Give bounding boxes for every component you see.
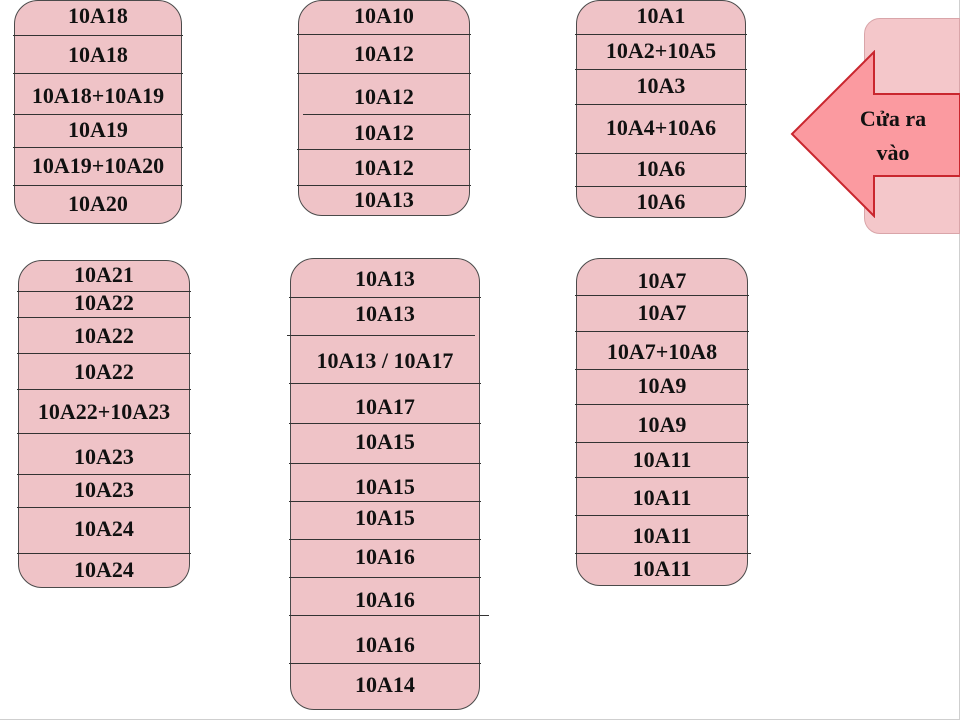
- room-label: 10A18: [68, 42, 128, 67]
- room-label: 10A15: [355, 505, 415, 530]
- row-divider: [289, 463, 481, 464]
- row-divider: [13, 185, 183, 186]
- row-divider: [289, 577, 481, 578]
- room-label: 10A19+10A20: [31, 153, 165, 178]
- room-label: 10A13: [354, 187, 414, 212]
- block-top-left: 10A18 10A18 10A18+10A19 10A19 10A19+10A2…: [13, 0, 183, 224]
- room-label: 10A7+10A8: [606, 339, 718, 364]
- room-label: 10A9: [637, 412, 687, 437]
- row-divider: [303, 114, 471, 115]
- room-label: 10A11: [632, 485, 692, 510]
- room-label: 10A11: [632, 447, 692, 472]
- room-label: 10A12: [354, 41, 414, 66]
- row-divider: [297, 73, 471, 74]
- entrance-label-line2: vào: [876, 140, 910, 165]
- room-label: 10A15: [355, 474, 415, 499]
- row-divider: [17, 353, 191, 354]
- room-label: 10A23: [74, 477, 134, 502]
- block-bottom-middle: 10A13 10A13 10A13 / 10A17 10A17 10A15 10…: [287, 258, 489, 710]
- room-label: 10A13: [355, 266, 415, 291]
- room-label: 10A22+10A23: [37, 399, 171, 424]
- row-divider: [575, 404, 749, 405]
- room-label: 10A7: [637, 300, 687, 325]
- room-label: 10A4+10A6: [605, 115, 717, 140]
- row-divider: [289, 383, 481, 384]
- row-divider: [289, 663, 481, 664]
- row-divider: [289, 423, 481, 424]
- row-divider: [575, 477, 749, 478]
- row-divider: [297, 149, 471, 150]
- row-divider: [17, 317, 191, 318]
- row-divider: [575, 553, 751, 554]
- row-divider: [575, 442, 749, 443]
- row-divider: [575, 104, 747, 105]
- room-label: 10A21: [74, 262, 134, 287]
- room-label: 10A12: [354, 120, 414, 145]
- room-label: 10A14: [355, 672, 415, 697]
- room-label: 10A20: [68, 191, 128, 216]
- room-label: 10A22: [74, 290, 134, 315]
- room-label: 10A3: [636, 73, 686, 98]
- row-divider: [17, 553, 191, 554]
- room-label: 10A24: [74, 516, 134, 541]
- row-divider: [289, 615, 489, 616]
- row-divider: [13, 35, 183, 36]
- row-divider: [575, 515, 749, 516]
- row-divider: [17, 389, 191, 390]
- room-label: 10A6: [636, 156, 686, 181]
- block-top-right: 10A1 10A2+10A5 10A3 10A4+10A6 10A6 10A6: [575, 0, 747, 218]
- room-label: 10A12: [354, 84, 414, 109]
- room-label: 10A13 / 10A17: [316, 348, 454, 373]
- room-label: 10A19: [68, 117, 128, 142]
- room-label: 10A22: [74, 359, 134, 384]
- room-label: 10A7: [637, 268, 687, 293]
- row-divider: [17, 433, 191, 434]
- block-bottom-right: 10A7 10A7 10A7+10A8 10A9 10A9 10A11 10A1…: [575, 258, 751, 586]
- row-divider: [575, 331, 749, 332]
- room-label: 10A15: [355, 429, 415, 454]
- room-label: 10A6: [636, 189, 686, 214]
- room-label: 10A11: [632, 523, 692, 548]
- room-label: 10A10: [354, 3, 414, 28]
- room-label: 10A23: [74, 444, 134, 469]
- row-divider: [13, 73, 183, 74]
- row-divider: [17, 507, 191, 508]
- entrance-label: Cửa ra vào: [838, 102, 948, 170]
- room-label: 10A1: [636, 3, 686, 28]
- block-bottom-left: 10A21 10A22 10A22 10A22 10A22+10A23 10A2…: [17, 260, 191, 588]
- room-label: 10A24: [74, 557, 134, 582]
- entrance-label-line1: Cửa ra: [859, 106, 927, 131]
- room-label: 10A17: [355, 394, 415, 419]
- room-label: 10A2+10A5: [605, 38, 717, 63]
- room-label: 10A22: [74, 323, 134, 348]
- row-divider: [287, 335, 475, 336]
- room-label: 10A18: [68, 3, 128, 28]
- room-label: 10A18+10A19: [31, 83, 165, 108]
- room-label: 10A16: [355, 632, 415, 657]
- room-label: 10A9: [637, 373, 687, 398]
- room-label: 10A11: [632, 556, 692, 581]
- row-divider: [13, 147, 183, 148]
- room-label: 10A16: [355, 587, 415, 612]
- block-top-middle: 10A10 10A12 10A12 10A12 10A12 10A13: [297, 0, 471, 216]
- room-label: 10A12: [354, 155, 414, 180]
- row-divider: [575, 295, 749, 296]
- row-divider: [297, 34, 471, 35]
- room-label: 10A16: [355, 544, 415, 569]
- row-divider: [575, 369, 749, 370]
- room-label: 10A13: [355, 301, 415, 326]
